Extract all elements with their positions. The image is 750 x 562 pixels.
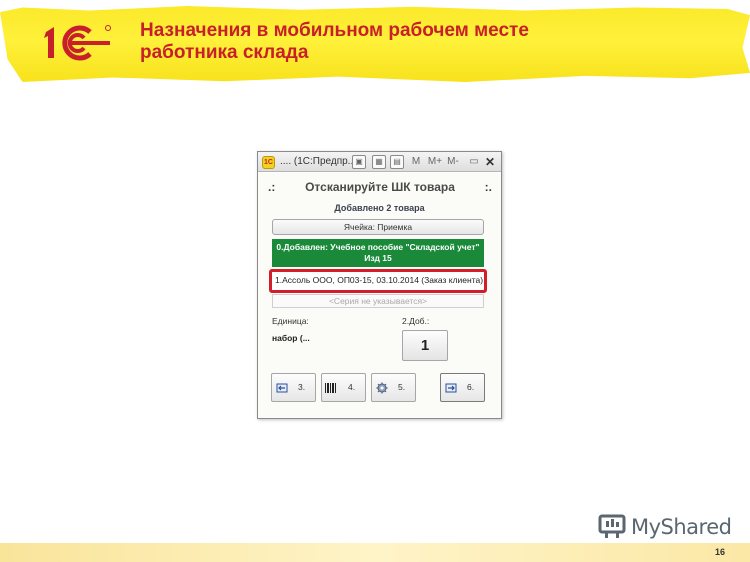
- forward-icon: [445, 383, 457, 393]
- barcode-icon: [325, 383, 336, 393]
- back-arrow-icon: [276, 383, 288, 393]
- window-titlebar: 1C .... (1С:Предпр... ▣ | ▦ ▤ M M+ M- ▭ …: [258, 152, 501, 172]
- mobile-workplace-window: 1C .... (1С:Предпр... ▣ | ▦ ▤ M M+ M- ▭ …: [257, 151, 502, 419]
- settings-button[interactable]: 5.: [371, 373, 416, 402]
- calendar-icon[interactable]: ▤: [390, 155, 404, 169]
- quantity-label: 2.Доб.:: [402, 316, 430, 326]
- unit-value: набор (...: [272, 333, 310, 343]
- calculator-icon[interactable]: ▦: [372, 155, 386, 169]
- memory-plus-button[interactable]: M+: [426, 155, 444, 169]
- scan-prompt: Отсканируйте ШК товара: [305, 180, 455, 194]
- gear-icon: [376, 382, 388, 394]
- settings-button-label: 5.: [398, 382, 406, 392]
- 1c-logo: [44, 25, 111, 61]
- barcode-button-label: 4.: [348, 382, 356, 392]
- document-line[interactable]: 1.Ассоль ООО, ОП03-15, 03.10.2014 (Заказ…: [269, 269, 487, 293]
- slide-title: Назначения в мобильном рабочем месте раб…: [140, 20, 529, 63]
- series-field[interactable]: <Серия не указывается>: [272, 294, 484, 308]
- added-count: Добавлено 2 товара: [334, 203, 425, 213]
- unit-label: Единица:: [272, 316, 309, 326]
- myshared-text: MyShared: [631, 515, 732, 539]
- save-icon[interactable]: ▣: [352, 155, 366, 169]
- close-icon[interactable]: ✕: [483, 155, 497, 169]
- barcode-button[interactable]: 4.: [321, 373, 366, 402]
- myshared-watermark: MyShared: [598, 512, 732, 542]
- memory-m-button[interactable]: M: [409, 155, 423, 169]
- form-content: .: Отсканируйте ШК товара :. Добавлено 2…: [258, 173, 501, 418]
- memory-minus-button[interactable]: M-: [444, 155, 462, 169]
- back-button-label: 3.: [298, 382, 306, 392]
- cell-button[interactable]: Ячейка: Приемка: [272, 219, 484, 235]
- quantity-button[interactable]: 1: [402, 330, 448, 361]
- window-title: .... (1С:Предпр...: [280, 156, 357, 167]
- scan-prompt-row: .: Отсканируйте ШК товара :.: [268, 180, 492, 196]
- minimize-icon[interactable]: ▭: [467, 155, 481, 169]
- forward-button-label: 6.: [467, 382, 475, 392]
- myshared-icon: [598, 514, 626, 538]
- app-icon: 1C: [262, 156, 275, 169]
- scan-prompt-right-marker: :.: [484, 180, 492, 194]
- forward-button[interactable]: 6.: [440, 373, 485, 402]
- slide-footer-band: [0, 543, 750, 562]
- back-button[interactable]: 3.: [271, 373, 316, 402]
- page-number: 16: [715, 547, 726, 557]
- last-added-item[interactable]: 0.Добавлен: Учебное пособие "Складской у…: [272, 239, 484, 267]
